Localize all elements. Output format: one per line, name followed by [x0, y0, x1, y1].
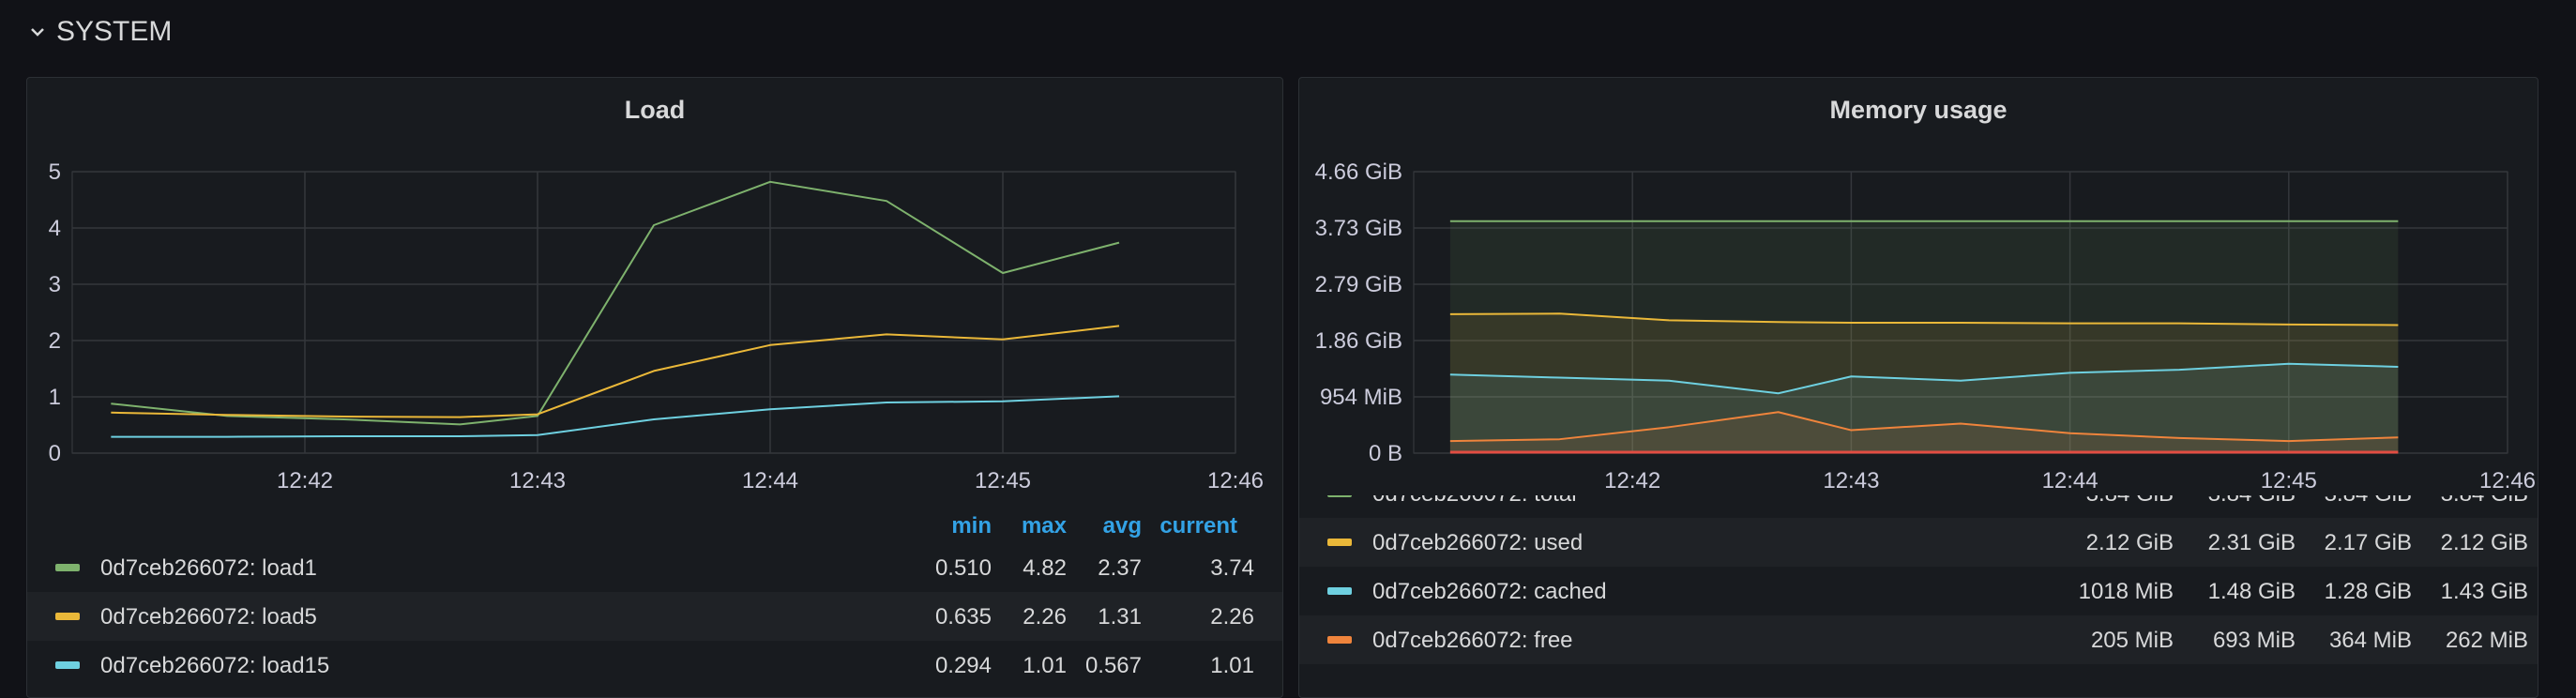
legend-min: 205 MiB: [2090, 628, 2174, 653]
series-color-swatch: [1327, 587, 1352, 595]
memory-chart: 0 B 954 MiB 1.86 GiB 2.79 GiB 3.73 GiB 4.66 G…: [1315, 159, 2536, 491]
legend-header: min max avg current: [27, 509, 1282, 543]
legend-current: 262 MiB: [2445, 628, 2528, 653]
series-color-swatch: [55, 564, 80, 571]
legend-max: 693 MiB: [2212, 628, 2296, 653]
chevron-down-icon: [31, 28, 44, 37]
series-line: [111, 325, 1120, 418]
legend-row-free[interactable]: 0d7ceb266072: free 205 MiB 693 MiB 364 M…: [1299, 615, 2538, 664]
legend-current: 3.74: [1210, 555, 1254, 581]
legend-series-name: 0d7ceb266072: cached: [1372, 579, 1607, 604]
legend-avg: 0.567: [1084, 653, 1142, 678]
legend-row-used[interactable]: 0d7ceb266072: used 2.12 GiB 2.31 GiB 2.1…: [1299, 518, 2538, 567]
y-tick-label: 0: [49, 441, 61, 466]
legend-header-max[interactable]: max: [1022, 513, 1067, 539]
memory-usage-panel[interactable]: Memory usage 0 B 954 MiB 1.86 GiB 2.79 GiB 3…: [1298, 77, 2538, 698]
y-tick-label: 3.73 GiB: [1315, 216, 1402, 241]
load-chart: 0 1 2 3 4 5 12:42 12:43 12:44 12:45 12:46: [49, 159, 1264, 491]
row-toggle-system[interactable]: SYSTEM: [28, 13, 172, 51]
x-tick-label: 12:46: [1207, 468, 1264, 491]
load-legend: min max avg current 0d7ceb266072: load1 …: [27, 509, 1282, 697]
legend-min: 0.635: [934, 604, 992, 630]
legend-min: 1018 MiB: [2078, 579, 2174, 604]
plot-area: [71, 171, 1236, 454]
legend-series-name: 0d7ceb266072: load5: [100, 604, 317, 630]
y-tick-label: 4: [49, 216, 61, 241]
legend-series-name: 0d7ceb266072: load1: [100, 555, 317, 581]
y-tick-label: 1: [49, 385, 61, 410]
legend-row-cached[interactable]: 0d7ceb266072: cached 1018 MiB 1.48 GiB 1…: [1299, 567, 2538, 615]
y-tick-label: 5: [49, 159, 61, 185]
x-tick-label: 12:45: [2261, 468, 2317, 491]
legend-avg: 364 MiB: [2328, 628, 2412, 653]
legend-min: 0.294: [934, 653, 992, 678]
x-tick-label: 12:43: [509, 468, 566, 491]
x-tick-label: 12:43: [1823, 468, 1879, 491]
legend-max: 2.31 GiB: [2207, 530, 2296, 555]
legend-header-min[interactable]: min: [951, 513, 992, 539]
legend-current: 2.26: [1210, 604, 1254, 630]
legend-header-current[interactable]: current: [1159, 513, 1237, 539]
legend-row-total[interactable]: 0d7ceb266072: total 3.84 GiB 3.84 GiB 3.…: [1299, 495, 2538, 518]
legend-avg: 2.17 GiB: [2324, 530, 2412, 555]
legend-series-name: 0d7ceb266072: load15: [100, 653, 330, 678]
x-tick-label: 12:46: [2479, 468, 2536, 491]
legend-row-load5[interactable]: 0d7ceb266072: load5 0.635 2.26 1.31 2.26: [27, 592, 1282, 641]
y-tick-label: 1.86 GiB: [1315, 328, 1402, 354]
legend-min: 2.12 GiB: [2085, 530, 2174, 555]
memory-legend: 0d7ceb266072: total 3.84 GiB 3.84 GiB 3.…: [1299, 495, 2538, 697]
x-tick-label: 12:42: [277, 468, 333, 491]
row-title: SYSTEM: [56, 16, 173, 47]
series-color-swatch: [55, 613, 80, 620]
series-line: [111, 180, 1120, 426]
y-tick-label: 954 MiB: [1320, 385, 1402, 410]
legend-current: 2.12 GiB: [2440, 530, 2528, 555]
legend-row-load1[interactable]: 0d7ceb266072: load1 0.510 4.82 2.37 3.74: [27, 543, 1282, 592]
y-tick-label: 2: [49, 328, 61, 354]
legend-avg: 3.84 GiB: [2325, 495, 2412, 508]
x-tick-label: 12:44: [2042, 468, 2099, 491]
legend-series-name: 0d7ceb266072: total: [1372, 495, 1577, 508]
legend-current: 1.01: [1210, 653, 1254, 678]
y-tick-label: 0 B: [1369, 441, 1402, 466]
legend-current: 3.84 GiB: [2441, 495, 2528, 508]
series-color-swatch: [55, 661, 80, 669]
legend-series-name: 0d7ceb266072: used: [1372, 530, 1583, 555]
legend-current: 1.43 GiB: [2440, 579, 2528, 604]
y-tick-label: 4.66 GiB: [1315, 159, 1402, 185]
legend-max: 2.26: [1023, 604, 1067, 630]
legend-avg: 1.28 GiB: [2324, 579, 2412, 604]
load-panel[interactable]: Load 0 1 2 3 4 5 12:42 12:43 12:44 12:45 12:46 min…: [26, 77, 1283, 698]
legend-series-name: 0d7ceb266072: free: [1372, 628, 1573, 653]
legend-row-load15[interactable]: 0d7ceb266072: load15 0.294 1.01 0.567 1.…: [27, 641, 1282, 690]
series-color-swatch: [1327, 539, 1352, 546]
y-tick-label: 2.79 GiB: [1315, 272, 1402, 297]
legend-max: 1.01: [1023, 653, 1067, 678]
legend-avg: 1.31: [1098, 604, 1142, 630]
legend-max: 4.82: [1023, 555, 1067, 581]
series-color-swatch: [1327, 636, 1352, 644]
y-tick-label: 3: [49, 272, 61, 297]
legend-avg: 2.37: [1098, 555, 1142, 581]
x-tick-label: 12:42: [1604, 468, 1660, 491]
legend-min: 0.510: [934, 555, 992, 581]
series-color-swatch: [1327, 495, 1352, 497]
x-tick-label: 12:44: [742, 468, 798, 491]
legend-min: 3.84 GiB: [2086, 495, 2174, 508]
legend-max: 1.48 GiB: [2207, 579, 2296, 604]
x-tick-label: 12:45: [975, 468, 1031, 491]
legend-header-avg[interactable]: avg: [1103, 513, 1142, 539]
legend-max: 3.84 GiB: [2208, 495, 2296, 508]
